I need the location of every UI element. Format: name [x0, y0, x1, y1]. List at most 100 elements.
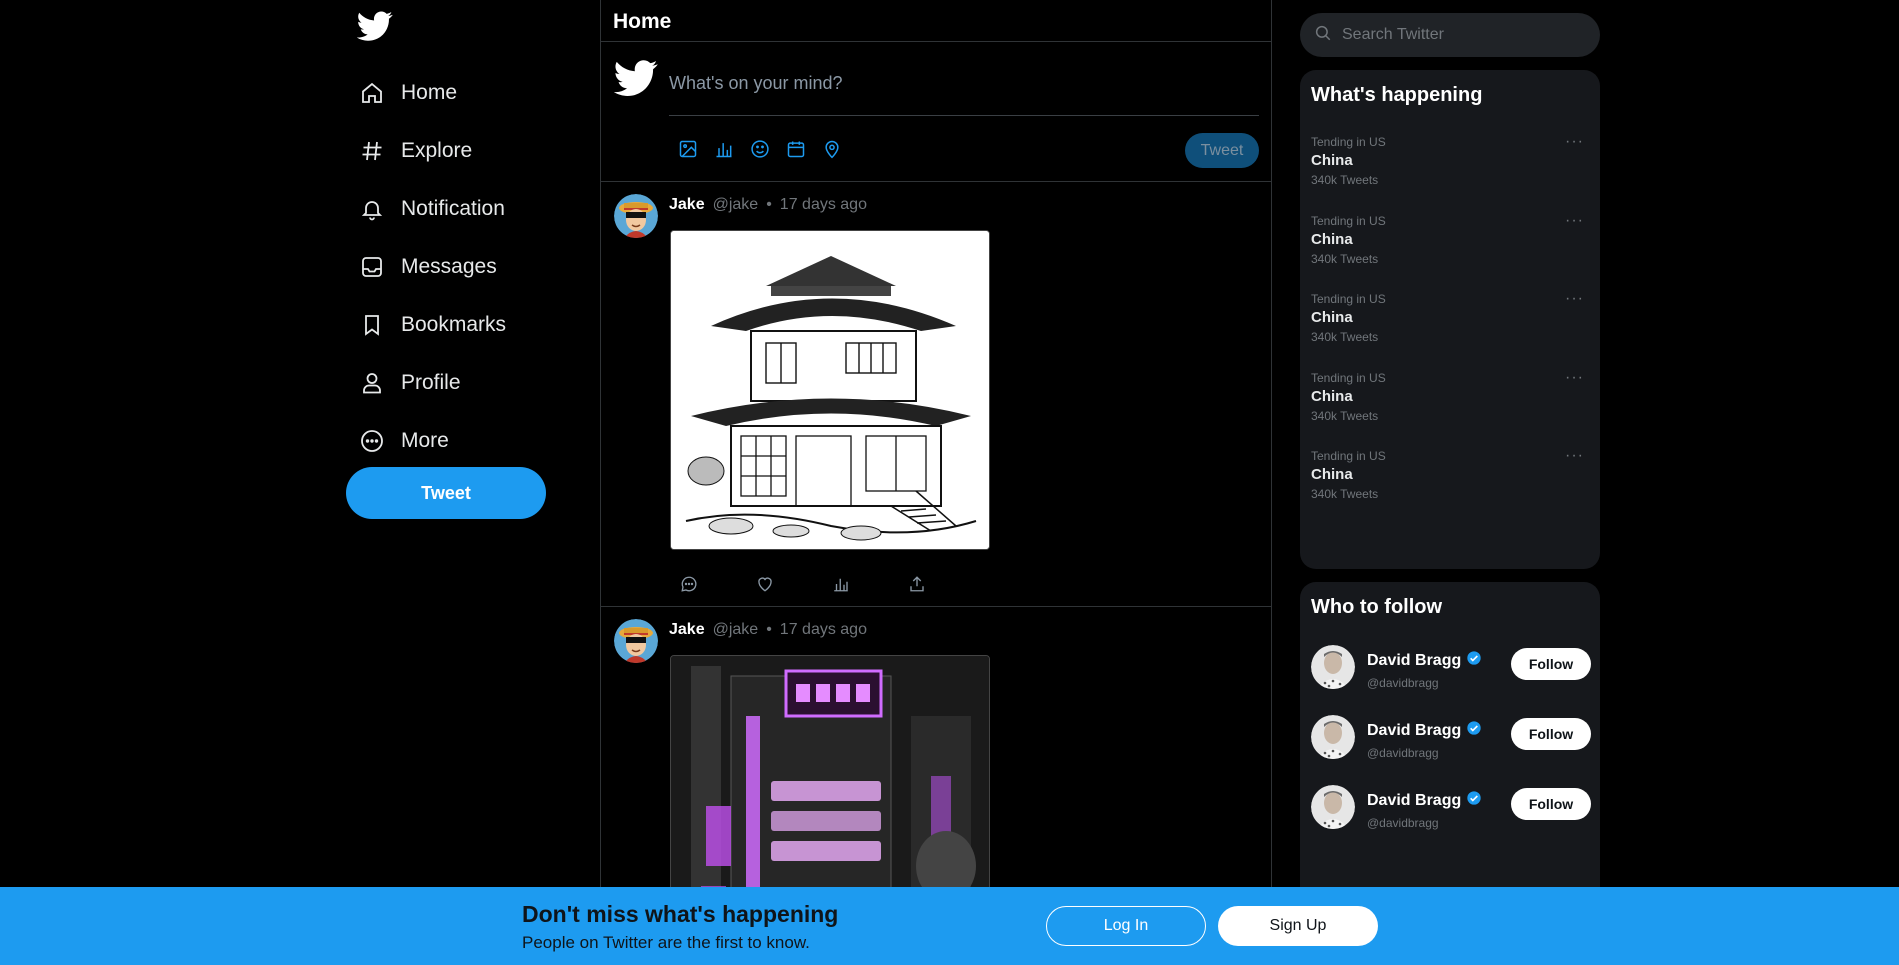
bookmark-icon [359, 312, 385, 338]
nav-label: Bookmarks [401, 313, 507, 336]
sidebar-tweet-button[interactable]: Tweet [346, 467, 546, 519]
post-time: 17 days ago [779, 196, 867, 213]
poll-icon[interactable] [712, 137, 736, 161]
user-name[interactable]: David Bragg [1367, 652, 1461, 670]
user-handle: @davidbragg [1367, 746, 1439, 760]
tweet-post: Jake @jake • 17 days ago [601, 182, 1271, 607]
avatar[interactable] [1311, 645, 1355, 689]
trend-item[interactable]: Tending in US China 340k Tweets ··· [1300, 369, 1600, 450]
trend-category: Tending in US [1311, 292, 1386, 306]
nav-item-bookmarks[interactable]: Bookmarks [345, 296, 555, 354]
trend-category: Tending in US [1311, 135, 1386, 149]
trend-name: China [1311, 309, 1353, 326]
avatar[interactable] [614, 619, 658, 663]
more-options-icon[interactable]: ··· [1565, 369, 1584, 387]
section-title: Who to follow [1311, 596, 1443, 618]
follow-button[interactable]: Follow [1511, 788, 1591, 820]
twitter-bird-icon[interactable] [357, 8, 393, 44]
user-name[interactable]: David Bragg [1367, 792, 1461, 810]
trend-count: 340k Tweets [1311, 251, 1379, 266]
user-name-row: David Bragg [1367, 790, 1482, 811]
login-button[interactable]: Log In [1046, 906, 1206, 946]
verified-badge-icon [1466, 650, 1482, 671]
nav-item-more[interactable]: More [345, 412, 555, 470]
signup-banner: Don't miss what's happening People on Tw… [0, 887, 1899, 965]
nav-label: Notification [401, 197, 505, 220]
person-icon [359, 370, 385, 396]
composer-input[interactable] [669, 52, 1259, 116]
follow-button[interactable]: Follow [1511, 648, 1591, 680]
user-handle: @davidbragg [1367, 816, 1439, 830]
avatar[interactable] [1311, 715, 1355, 759]
separator-dot: • [766, 196, 772, 213]
hashtag-icon [359, 138, 385, 164]
composer-tweet-button[interactable]: Tweet [1185, 133, 1259, 168]
post-actions [677, 572, 929, 596]
nav-label: Profile [401, 371, 461, 394]
verified-badge-icon [1466, 790, 1482, 811]
signup-button[interactable]: Sign Up [1218, 906, 1378, 946]
separator-dot: • [766, 621, 772, 638]
author-name[interactable]: Jake [669, 196, 705, 214]
verified-badge-icon [1466, 720, 1482, 741]
share-icon[interactable] [905, 572, 929, 596]
post-time: 17 days ago [779, 621, 867, 638]
trend-count: 340k Tweets [1311, 408, 1379, 423]
nav-label: More [401, 429, 449, 452]
location-icon[interactable] [820, 137, 844, 161]
search-input[interactable] [1342, 26, 1582, 44]
trend-category: Tending in US [1311, 370, 1386, 385]
inbox-icon [359, 254, 385, 280]
trend-item[interactable]: Tending in US China 340k Tweets ··· [1300, 212, 1600, 293]
more-options-icon[interactable]: ··· [1565, 212, 1584, 230]
stats-icon[interactable] [829, 572, 853, 596]
user-name-row: David Bragg [1367, 720, 1482, 741]
nav-item-notification[interactable]: Notification [345, 180, 555, 238]
trend-item[interactable]: Tending in US China 340k Tweets ··· [1300, 133, 1600, 214]
trend-count: 340k Tweets [1311, 330, 1379, 344]
tweet-composer: Tweet [601, 42, 1271, 182]
trend-item[interactable]: Tending in US China 340k Tweets ··· [1300, 447, 1600, 528]
post-image[interactable] [670, 230, 990, 550]
avatar[interactable] [614, 194, 658, 238]
author-handle[interactable]: @jake [713, 196, 759, 214]
nav-item-explore[interactable]: Explore [345, 122, 555, 180]
more-options-icon[interactable]: ··· [1565, 133, 1584, 151]
user-name-row: David Bragg [1367, 650, 1482, 671]
trend-category: Tending in US [1311, 449, 1386, 463]
search-bar [1300, 13, 1600, 57]
author-name[interactable]: Jake [669, 621, 705, 639]
nav-label: Home [401, 81, 458, 104]
banner-title: Don't miss what's happening [522, 901, 839, 927]
nav-item-home[interactable]: Home [345, 64, 555, 122]
banner-subtitle: People on Twitter are the first to know. [522, 933, 810, 952]
author-handle[interactable]: @jake [713, 621, 759, 639]
trend-name: China [1311, 387, 1353, 405]
nav-item-profile[interactable]: Profile [345, 354, 555, 412]
composer-tools [676, 137, 844, 161]
avatar[interactable] [1311, 785, 1355, 829]
user-name[interactable]: David Bragg [1367, 722, 1461, 740]
trend-name: China [1311, 230, 1353, 248]
reply-icon[interactable] [677, 572, 701, 596]
follow-button[interactable]: Follow [1511, 718, 1591, 750]
more-circle-icon [359, 428, 385, 454]
feed-header: Home [601, 0, 1271, 42]
emoji-icon[interactable] [748, 137, 772, 161]
follow-suggestion: David Bragg @davidbragg Follow [1311, 645, 1591, 695]
trend-count: 340k Tweets [1311, 173, 1379, 187]
composer-bird-icon [614, 56, 658, 100]
follow-suggestion: David Bragg @davidbragg Follow [1311, 785, 1591, 835]
whats-happening-panel: What's happening Tending in US China 340… [1300, 70, 1600, 569]
trend-item[interactable]: Tending in US China 340k Tweets ··· [1300, 290, 1600, 371]
schedule-icon[interactable] [784, 137, 808, 161]
main-nav: Home Explore Notification Messages Bookm… [345, 64, 555, 470]
trend-name: China [1311, 466, 1353, 483]
more-options-icon[interactable]: ··· [1565, 447, 1584, 465]
app-root: Home Explore Notification Messages Bookm… [0, 0, 1899, 965]
bell-icon [359, 196, 385, 222]
image-icon[interactable] [676, 137, 700, 161]
nav-item-messages[interactable]: Messages [345, 238, 555, 296]
like-icon[interactable] [753, 572, 777, 596]
more-options-icon[interactable]: ··· [1565, 290, 1584, 308]
